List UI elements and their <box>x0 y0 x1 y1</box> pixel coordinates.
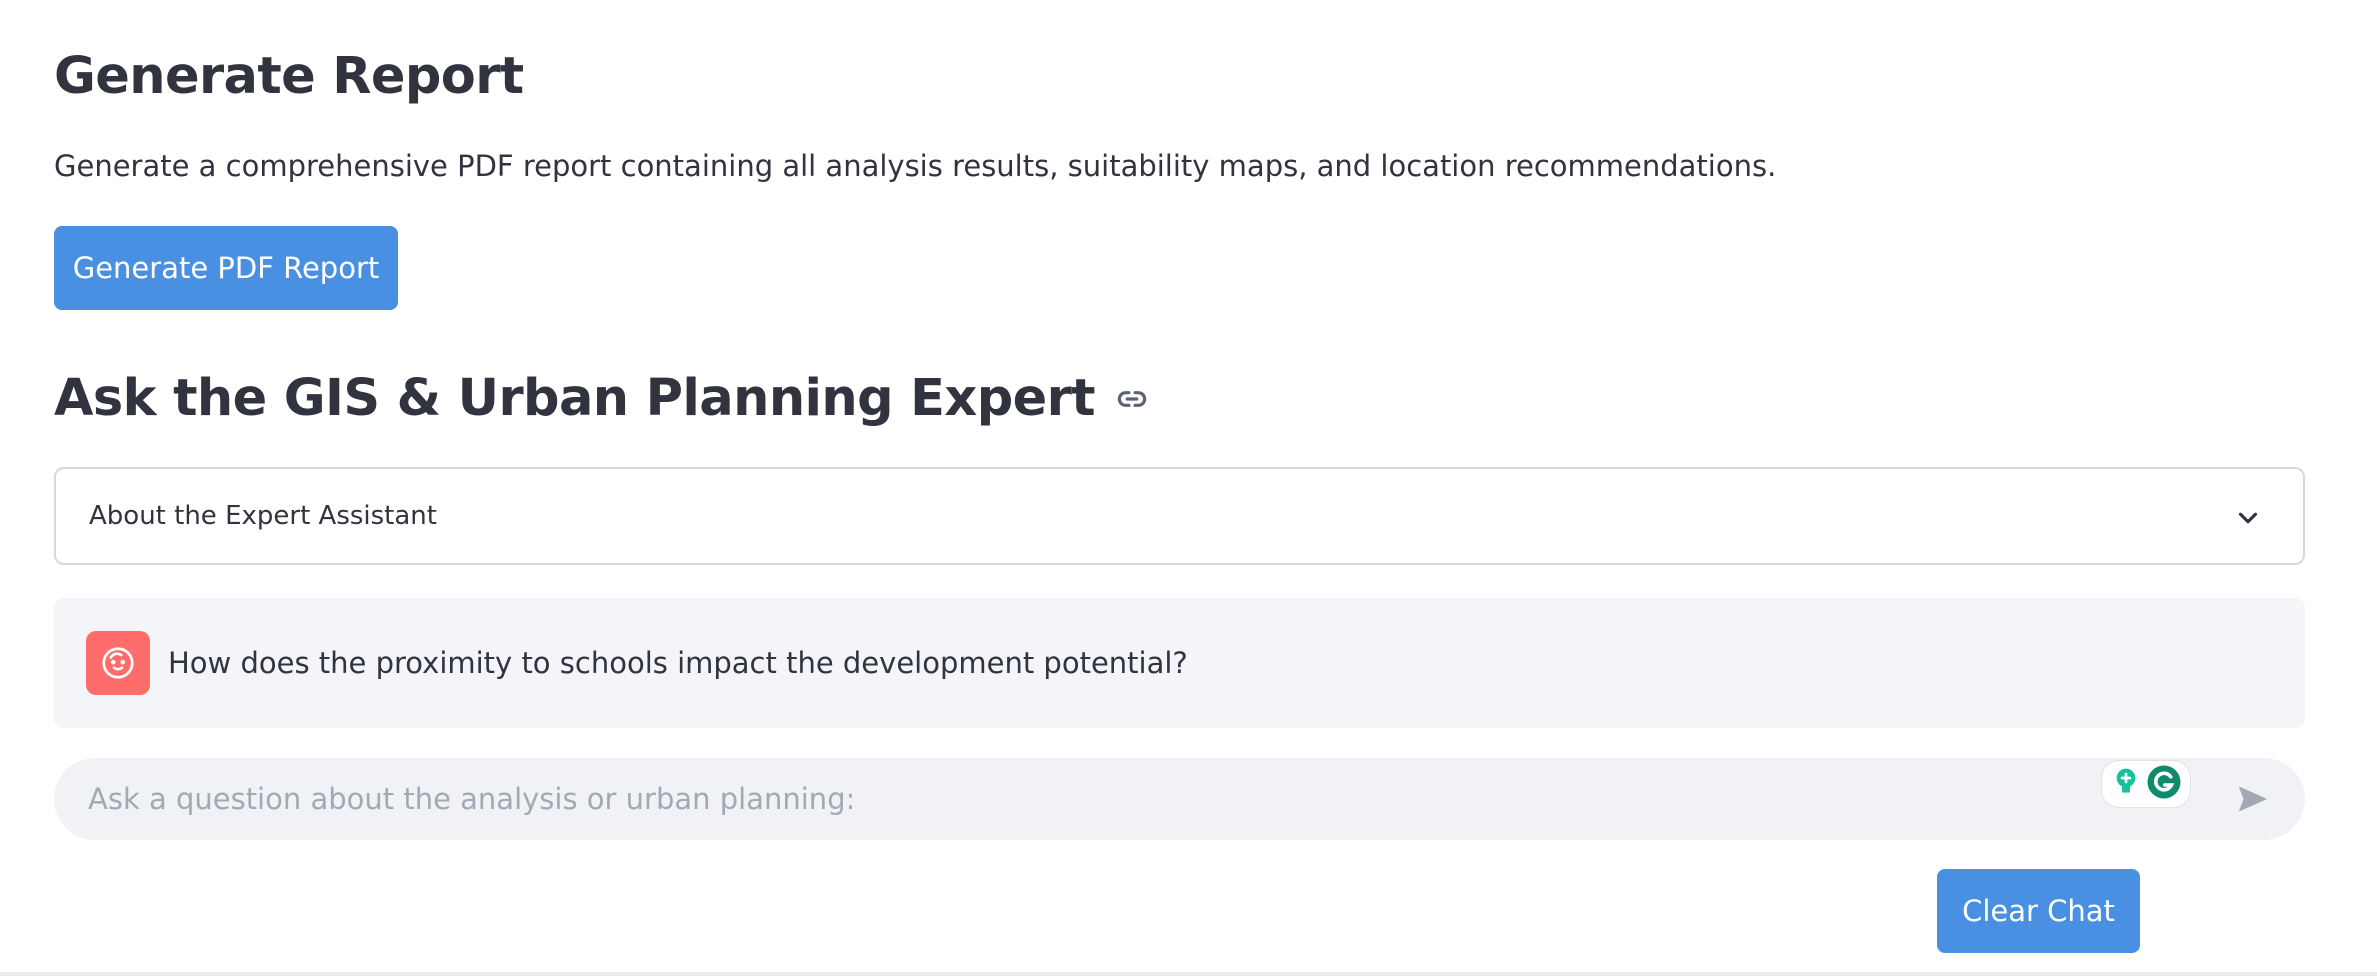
chevron-down-icon <box>2233 503 2263 533</box>
send-icon[interactable] <box>2234 780 2272 818</box>
bottom-divider <box>0 972 2377 976</box>
user-face-icon <box>86 631 150 695</box>
page: Generate Report Generate a comprehensive… <box>0 0 2377 976</box>
expander-label: About the Expert Assistant <box>89 501 437 531</box>
grammarly-icon[interactable] <box>2146 764 2182 804</box>
about-expert-expander[interactable]: About the Expert Assistant <box>54 467 2305 565</box>
link-icon[interactable] <box>1113 380 1151 418</box>
chat-input-container <box>54 758 2305 840</box>
grammarly-widget[interactable] <box>2101 760 2191 808</box>
generate-report-heading: Generate Report <box>54 47 524 106</box>
lightbulb-icon[interactable] <box>2110 766 2142 802</box>
chat-input[interactable] <box>88 782 1988 816</box>
chat-message-user: How does the proximity to schools impact… <box>54 598 2305 728</box>
clear-chat-button[interactable]: Clear Chat <box>1937 869 2140 953</box>
expert-heading-text: Ask the GIS & Urban Planning Expert <box>54 369 1096 428</box>
generate-pdf-report-button[interactable]: Generate PDF Report <box>54 226 398 310</box>
generate-report-description: Generate a comprehensive PDF report cont… <box>54 149 1777 183</box>
expert-heading: Ask the GIS & Urban Planning Expert <box>54 364 1151 434</box>
chat-message-text: How does the proximity to schools impact… <box>168 646 1188 680</box>
